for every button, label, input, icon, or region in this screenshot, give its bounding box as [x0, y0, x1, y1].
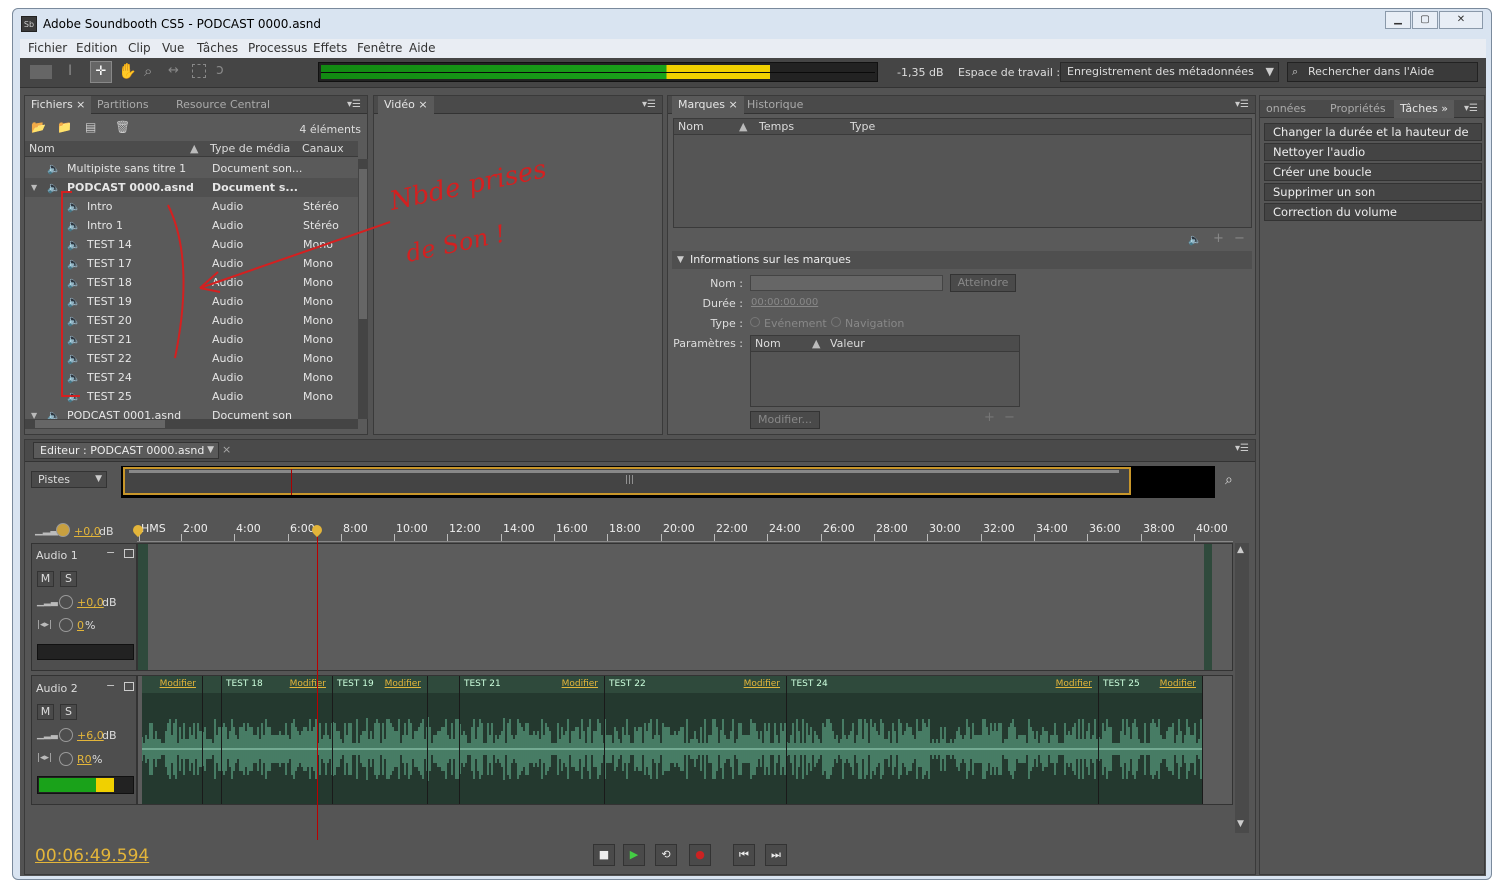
annotation-text-1: Nbde prises: [386, 154, 549, 217]
annotation-text-2: de Son !: [403, 220, 507, 268]
handwritten-annotation: Nbde prises de Son !: [61, 154, 549, 397]
annotation-marks: [61, 191, 391, 397]
